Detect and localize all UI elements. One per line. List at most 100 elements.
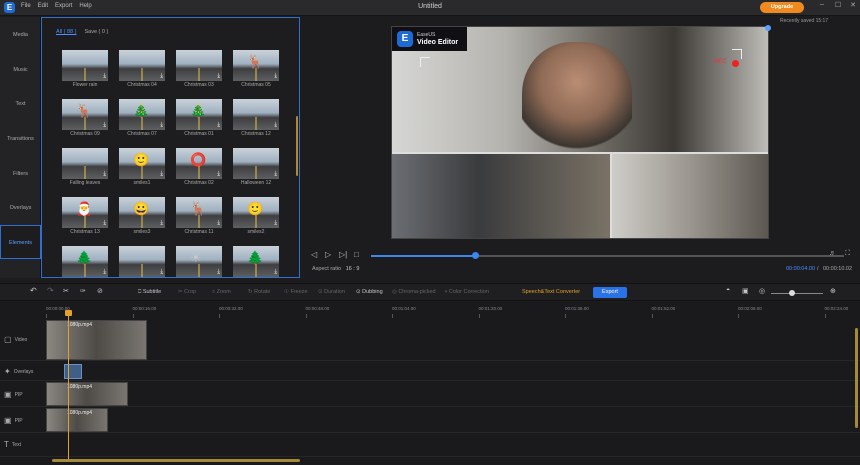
- download-icon[interactable]: ⤓: [103, 73, 106, 80]
- download-icon[interactable]: ⤓: [160, 269, 163, 276]
- overlay-clip[interactable]: [64, 364, 82, 379]
- download-icon[interactable]: ⤓: [160, 220, 163, 227]
- element-item[interactable]: ⤓ Halloween 12: [233, 148, 279, 190]
- trim-icon[interactable]: ✑: [80, 287, 86, 295]
- download-icon[interactable]: ⤓: [217, 122, 220, 129]
- tab-filters[interactable]: Filters: [0, 157, 41, 191]
- element-thumbnail[interactable]: 🦌 ⤓: [233, 50, 279, 81]
- tab-overlays[interactable]: Overlays: [0, 191, 41, 225]
- download-icon[interactable]: ⤓: [217, 73, 220, 80]
- tab-music[interactable]: Music: [0, 53, 41, 87]
- redo-icon[interactable]: ↷: [47, 286, 54, 295]
- video-clip[interactable]: 1080p.mp4: [46, 320, 147, 360]
- split-icon[interactable]: ✂: [63, 287, 69, 295]
- prev-frame-icon[interactable]: ◁: [311, 250, 317, 259]
- element-item[interactable]: 😀 ⤓ smiles3: [119, 197, 165, 239]
- element-item[interactable]: ⤓ Christmas 03: [176, 50, 222, 92]
- download-icon[interactable]: ⤓: [103, 122, 106, 129]
- filter-save[interactable]: Save ( 0 ): [84, 29, 108, 35]
- element-item[interactable]: 🎅 ⤓ Christmas 13: [62, 197, 108, 239]
- element-item[interactable]: ⤓ Christmas 04: [119, 50, 165, 92]
- element-thumbnail[interactable]: 🎅 ⤓: [62, 197, 108, 228]
- menu-export[interactable]: Export: [55, 3, 72, 9]
- timeline-vertical-scrollbar[interactable]: [855, 328, 858, 428]
- element-thumbnail[interactable]: ☀ ⤓: [176, 246, 222, 277]
- element-item[interactable]: ⤓: [119, 246, 165, 288]
- screenshot-icon[interactable]: ▣: [742, 287, 749, 295]
- download-icon[interactable]: ⤓: [274, 171, 277, 178]
- element-item[interactable]: 🎄 ⤓ Christmas 01: [176, 99, 222, 141]
- preview-seekbar[interactable]: [371, 252, 844, 259]
- snap-icon[interactable]: ◓: [726, 287, 730, 294]
- download-icon[interactable]: ⤓: [217, 269, 220, 276]
- element-item[interactable]: 🦌 ⤓ Christmas 05: [233, 50, 279, 92]
- crop-button[interactable]: ✂ Crop: [178, 289, 196, 295]
- timeline-horizontal-scrollbar[interactable]: [52, 459, 300, 462]
- zoom-button[interactable]: ⌕ Zoom: [212, 289, 231, 296]
- close-icon[interactable]: ✕: [847, 1, 859, 9]
- library-scrollbar[interactable]: [296, 116, 298, 176]
- play-icon[interactable]: ▷: [325, 250, 331, 259]
- element-item[interactable]: 🎄 ⤓ Christmas 07: [119, 99, 165, 141]
- speech-text-converter-button[interactable]: Speech&Text Converter: [522, 289, 580, 295]
- timeline-zoom-slider[interactable]: [771, 293, 823, 294]
- download-icon[interactable]: ⤓: [274, 269, 277, 276]
- timeline-zoom-knob[interactable]: [789, 290, 795, 296]
- element-item[interactable]: ⭕ ⤓ Christmas 02: [176, 148, 222, 190]
- element-thumbnail[interactable]: ⤓: [233, 99, 279, 130]
- element-thumbnail[interactable]: ⤓: [119, 246, 165, 277]
- delete-icon[interactable]: ⊘: [97, 287, 103, 295]
- element-item[interactable]: ☀ ⤓: [176, 246, 222, 288]
- volume-icon[interactable]: ♬: [829, 250, 836, 257]
- download-icon[interactable]: ⤓: [217, 171, 220, 178]
- time-ruler[interactable]: 00:00:00.00 00:00:16.00 00:00:32.00 00:00:4…: [46, 306, 856, 318]
- menu-file[interactable]: File: [21, 3, 31, 9]
- download-icon[interactable]: ⤓: [274, 122, 277, 129]
- element-thumbnail[interactable]: ⭕ ⤓: [176, 148, 222, 179]
- maximize-icon[interactable]: ☐: [832, 1, 844, 9]
- download-icon[interactable]: ⤓: [160, 171, 163, 178]
- duration-button[interactable]: ⊙ Duration: [318, 289, 345, 295]
- element-item[interactable]: ⤓ Christmas 12: [233, 99, 279, 141]
- pip-clip-1[interactable]: 1080p.mp4: [46, 382, 128, 406]
- undo-icon[interactable]: ↶: [30, 286, 37, 295]
- element-thumbnail[interactable]: 🦌 ⤓: [62, 99, 108, 130]
- download-icon[interactable]: ⤓: [160, 73, 163, 80]
- download-icon[interactable]: ⤓: [274, 220, 277, 227]
- element-thumbnail[interactable]: ⤓: [176, 50, 222, 81]
- playhead-handle[interactable]: [65, 310, 72, 316]
- chroma-button[interactable]: ◎ Chroma-picked: [392, 289, 436, 295]
- download-icon[interactable]: ⤓: [103, 269, 106, 276]
- freeze-button[interactable]: ☉ Freeze: [284, 289, 308, 295]
- minimize-icon[interactable]: –: [816, 1, 828, 8]
- element-thumbnail[interactable]: 😀 ⤓: [119, 197, 165, 228]
- preview-resize-handle[interactable]: [765, 25, 771, 31]
- element-item[interactable]: ⤓ Falling leaves: [62, 148, 108, 190]
- stop-icon[interactable]: □: [354, 250, 359, 259]
- element-item[interactable]: 🙂 ⤓ smiles2: [233, 197, 279, 239]
- next-frame-icon[interactable]: ▷|: [339, 250, 347, 259]
- tab-media[interactable]: Media: [0, 18, 41, 52]
- zoom-out-icon[interactable]: ◎: [759, 287, 765, 295]
- subtitle-button[interactable]: ⎕ Subtitle: [138, 289, 161, 296]
- element-thumbnail[interactable]: 🌲 ⤓: [62, 246, 108, 277]
- element-thumbnail[interactable]: 🎄 ⤓: [176, 99, 222, 130]
- tab-transitions[interactable]: Transitions: [0, 122, 41, 156]
- element-thumbnail[interactable]: 🙂 ⤓: [233, 197, 279, 228]
- download-icon[interactable]: ⤓: [103, 171, 106, 178]
- element-item[interactable]: 🌲 ⤓: [233, 246, 279, 288]
- element-item[interactable]: 🦌 ⤓ Christmas 11: [176, 197, 222, 239]
- pip-clip-2[interactable]: 1080p.mp4: [46, 408, 108, 432]
- tab-elements[interactable]: Elements: [0, 225, 41, 259]
- element-item[interactable]: ⤓ Flower rain: [62, 50, 108, 92]
- menu-edit[interactable]: Edit: [38, 3, 48, 9]
- element-thumbnail[interactable]: ⤓: [233, 148, 279, 179]
- element-thumbnail[interactable]: 🌲 ⤓: [233, 246, 279, 277]
- playhead[interactable]: [68, 310, 69, 460]
- color-correction-button[interactable]: ◑ Color Correction: [444, 289, 489, 295]
- download-icon[interactable]: ⤓: [274, 73, 277, 80]
- filter-all[interactable]: All ( 88 ): [56, 29, 76, 35]
- upgrade-button[interactable]: Upgrade: [760, 2, 804, 13]
- tab-text[interactable]: Text: [0, 87, 41, 121]
- element-thumbnail[interactable]: ⤓: [119, 50, 165, 81]
